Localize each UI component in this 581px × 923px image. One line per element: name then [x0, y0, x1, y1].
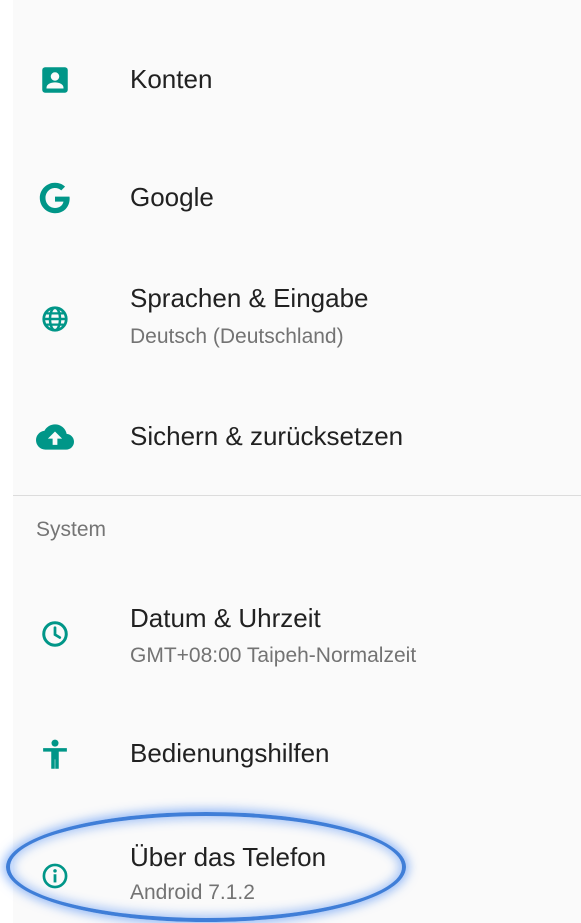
settings-item-backup-title: Sichern & zurücksetzen: [130, 421, 404, 451]
settings-item-accessibility-title: Bedienungshilfen: [130, 738, 330, 768]
settings-item-date-time-summary: GMT+08:00 Taipeh-Normalzeit: [130, 644, 417, 667]
settings-item-language-title: Sprachen & Eingabe: [130, 283, 369, 313]
cloud-upload-icon: [35, 417, 75, 457]
settings-item-language[interactable]: Sprachen & Eingabe Deutsch (Deutschland): [13, 270, 581, 370]
account-box-icon: [35, 60, 75, 100]
settings-item-date-time[interactable]: Datum & Uhrzeit GMT+08:00 Taipeh-Normalz…: [13, 590, 581, 690]
settings-item-accessibility[interactable]: Bedienungshilfen: [13, 716, 581, 796]
clock-icon: [35, 614, 75, 654]
settings-item-language-summary: Deutsch (Deutschland): [130, 325, 344, 348]
settings-item-accounts[interactable]: Konten: [13, 40, 581, 120]
settings-item-about-phone[interactable]: Über das Telefon Android 7.1.2: [13, 826, 581, 921]
settings-item-backup[interactable]: Sichern & zurücksetzen: [13, 397, 581, 477]
info-icon: [35, 856, 75, 896]
settings-item-accounts-title: Konten: [130, 64, 213, 94]
settings-item-about-phone-title: Über das Telefon: [130, 842, 327, 872]
section-header-system: System: [36, 518, 107, 541]
settings-item-google[interactable]: Google: [13, 158, 581, 238]
google-icon: [35, 178, 75, 218]
section-divider: [13, 495, 581, 496]
settings-item-date-time-title: Datum & Uhrzeit: [130, 603, 321, 633]
settings-item-google-title: Google: [130, 182, 214, 212]
settings-item-about-phone-summary: Android 7.1.2: [130, 881, 255, 904]
accessibility-icon: [35, 735, 75, 775]
globe-icon: [35, 299, 75, 339]
